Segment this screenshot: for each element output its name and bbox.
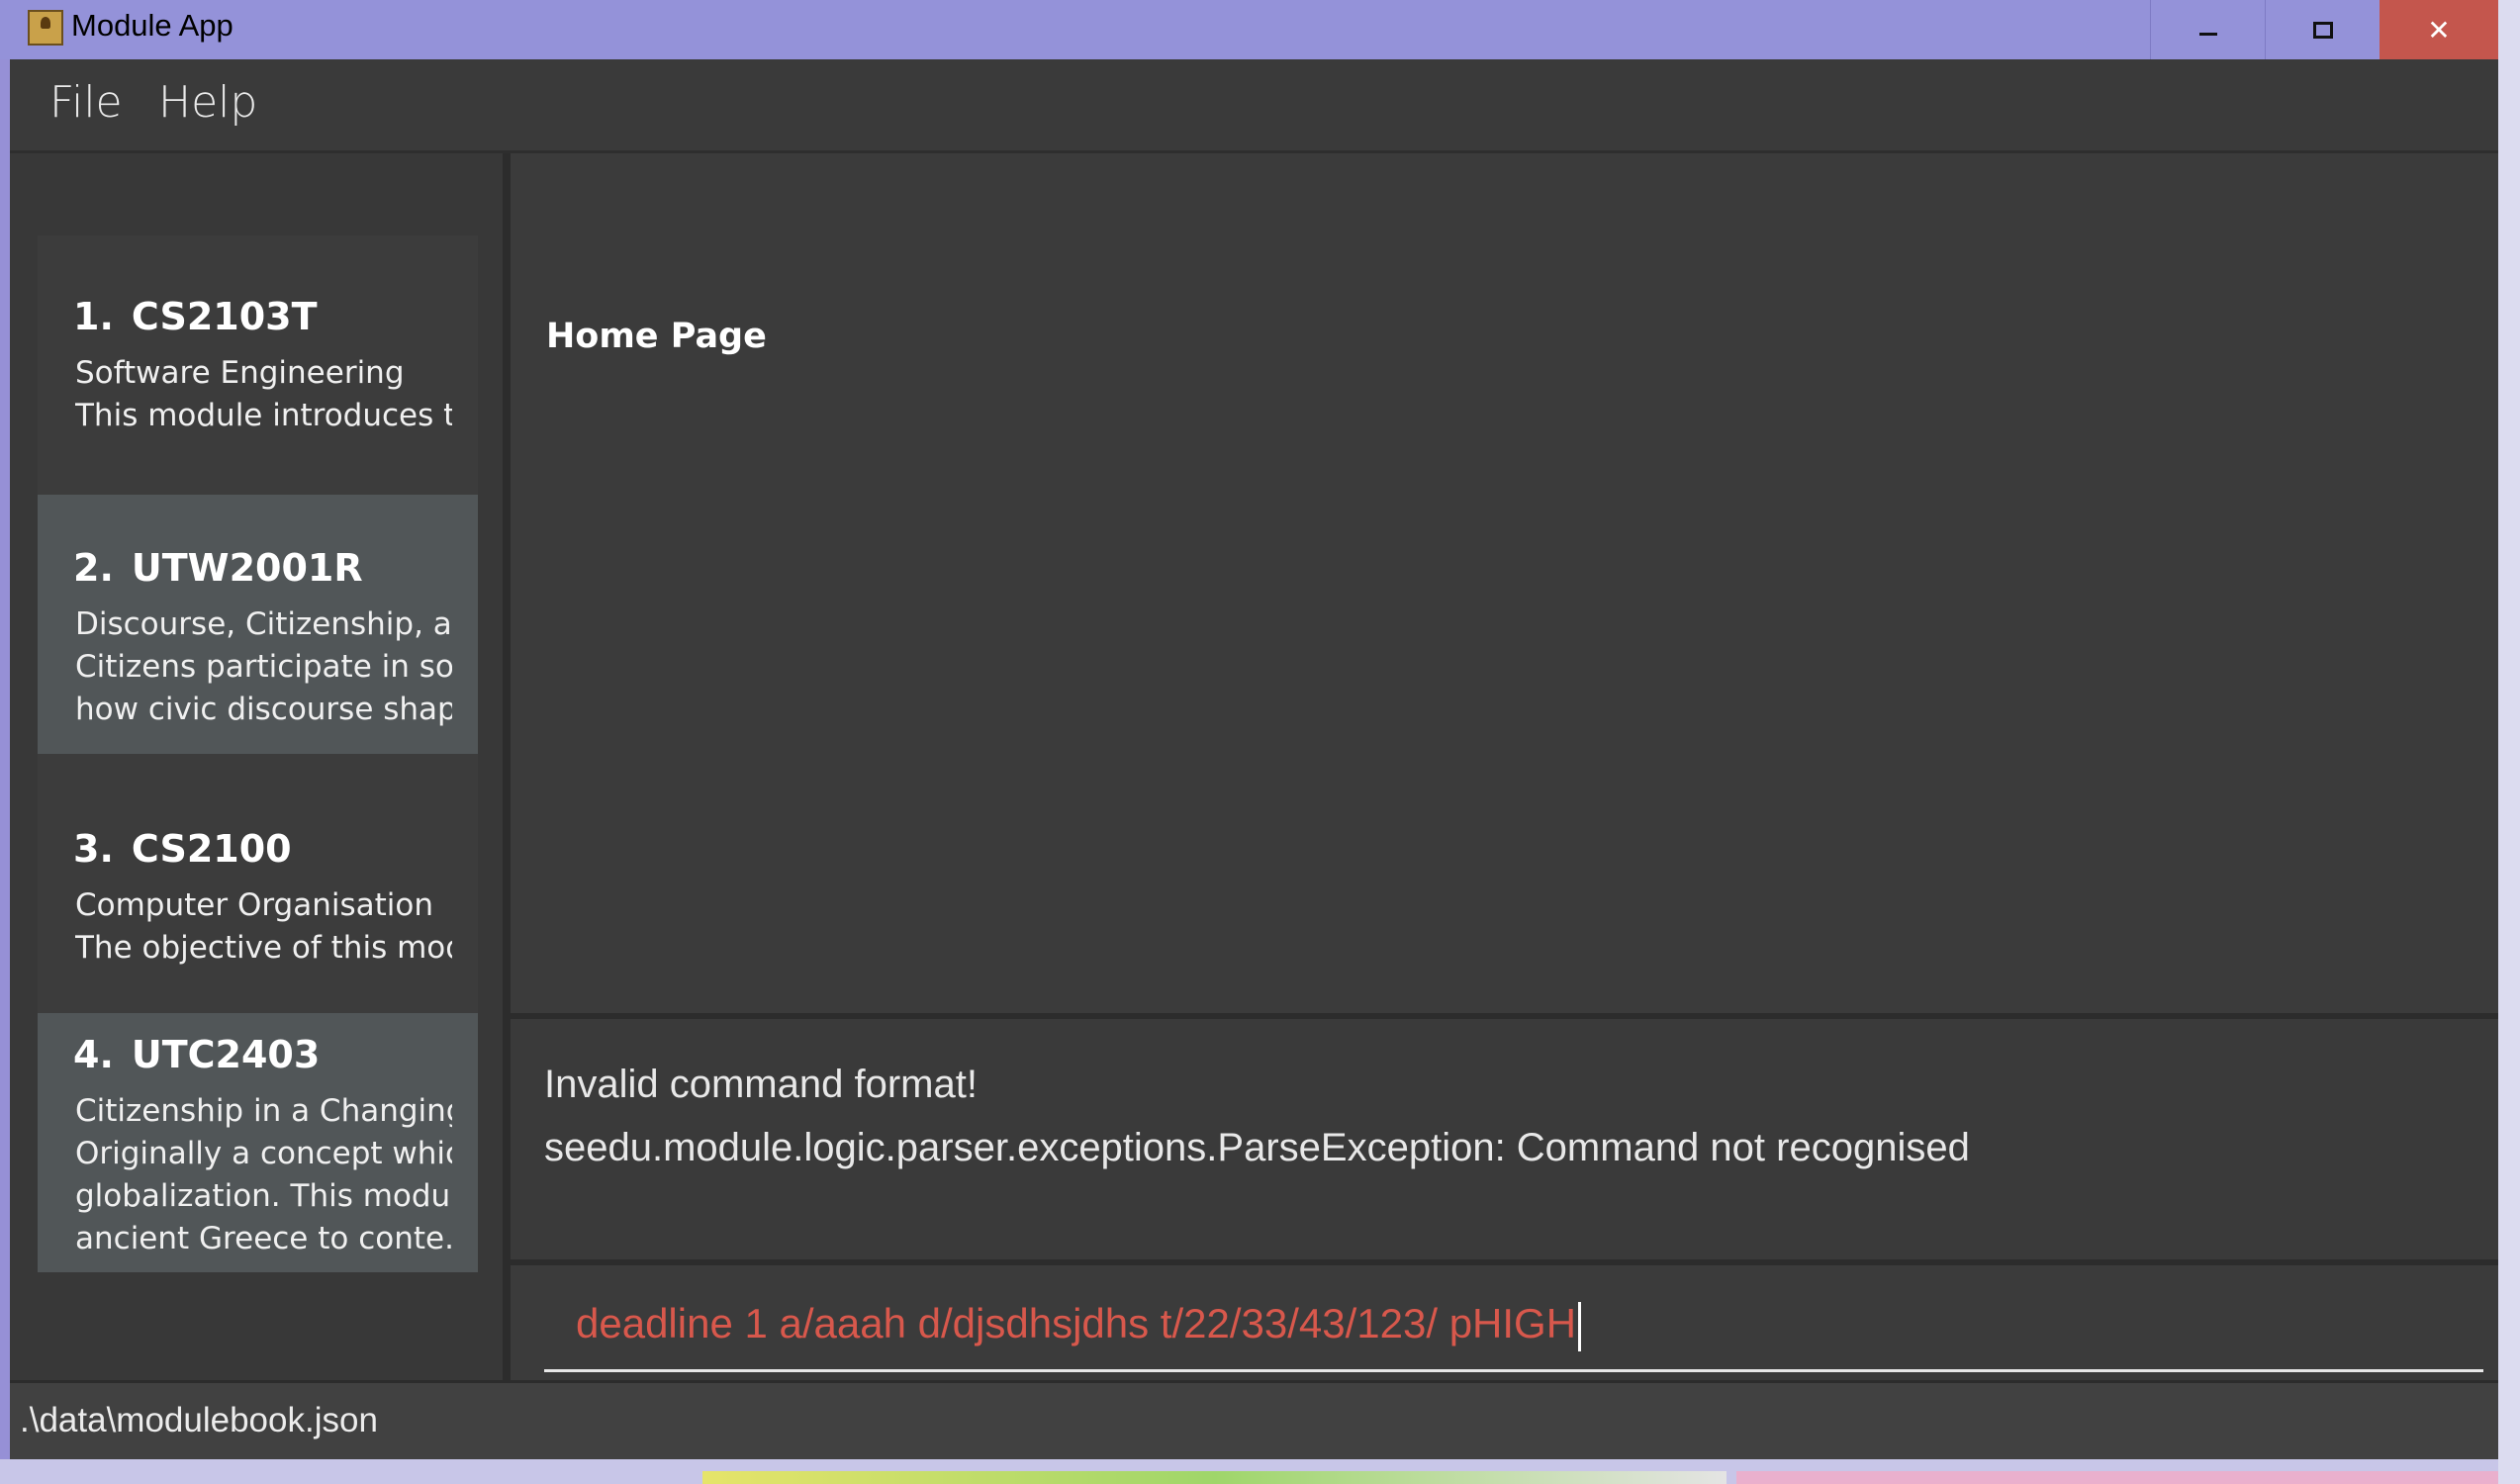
module-card[interactable]: 2. UTW2001R Discourse, Citizenship, an...… [38, 495, 478, 754]
module-title: 4. UTC2403 [73, 1033, 452, 1076]
module-card[interactable]: 3. CS2100 Computer Organisation The objec… [38, 754, 478, 1013]
module-detail: Discourse, Citizenship, an... [75, 606, 452, 642]
module-index: 1. [73, 295, 114, 338]
maximize-icon [2312, 21, 2333, 39]
status-bar: .\data\modulebook.json [10, 1380, 2498, 1459]
module-code: CS2103T [131, 295, 318, 338]
command-box: deadline 1 a/aaah d/djsdhsjdhs t/22/33/4… [511, 1265, 2498, 1380]
window-title: Module App [71, 8, 233, 43]
menu-help[interactable]: Help [158, 77, 257, 128]
desktop-image [1736, 1471, 2498, 1484]
module-index: 2. [73, 546, 114, 590]
app-window: File Help 1. CS2103T Software Engineering… [10, 59, 2498, 1459]
result-message: seedu.module.logic.parser.exceptions.Par… [544, 1126, 1970, 1169]
module-code: CS2100 [131, 827, 292, 871]
module-title: 1. CS2103T [73, 295, 452, 338]
module-detail: how civic discourse shap... [75, 692, 452, 727]
page-title: Home Page [546, 317, 767, 356]
minimize-icon [2198, 32, 2217, 36]
module-detail: The objective of this mod... [75, 930, 452, 966]
module-detail: Originally a concept whic... [75, 1136, 452, 1171]
module-detail: This module introduces t... [75, 398, 452, 433]
module-detail: Citizenship in a Changing... [75, 1093, 452, 1129]
file-path: .\data\modulebook.json [20, 1401, 378, 1439]
module-list[interactable]: 1. CS2103T Software Engineering This modu… [10, 153, 503, 1380]
menu-file[interactable]: File [49, 77, 123, 128]
close-button[interactable]: ✕ [2380, 0, 2498, 59]
app-icon [28, 10, 63, 46]
panel-divider[interactable] [503, 153, 511, 1380]
module-title: 3. CS2100 [73, 827, 452, 871]
module-detail: Citizens participate in soc... [75, 649, 452, 685]
module-title: 2. UTW2001R [73, 546, 452, 590]
module-card[interactable]: 4. UTC2403 Citizenship in a Changing... O… [38, 1013, 478, 1272]
module-code: UTW2001R [131, 546, 363, 590]
command-text: deadline 1 a/aaah d/djsdhsjdhs t/22/33/4… [576, 1300, 1582, 1351]
close-icon: ✕ [2427, 13, 2451, 46]
module-index: 3. [73, 827, 114, 871]
maximize-button[interactable] [2265, 0, 2380, 59]
desktop-image [702, 1471, 1727, 1484]
module-detail: globalization. This modul... [75, 1178, 452, 1214]
home-panel: Home Page [511, 153, 2498, 1070]
command-value: deadline 1 a/aaah d/djsdhsjdhs t/22/33/4… [576, 1300, 1577, 1346]
module-detail: Computer Organisation [75, 887, 434, 923]
module-code: UTC2403 [131, 1033, 321, 1076]
result-message: Invalid command format! [544, 1063, 978, 1106]
minimize-button[interactable] [2150, 0, 2265, 59]
text-cursor [1578, 1301, 1582, 1351]
module-index: 4. [73, 1033, 114, 1076]
module-detail: ancient Greece to conte... [75, 1221, 452, 1256]
module-detail: Software Engineering [75, 355, 405, 391]
menu-bar: File Help [10, 59, 2498, 153]
result-display: Invalid command format! seedu.module.log… [511, 1013, 2498, 1265]
title-bar: Module App ✕ [0, 0, 2498, 59]
module-card[interactable]: 1. CS2103T Software Engineering This modu… [38, 235, 478, 495]
background-window-edge [2498, 0, 2520, 1484]
